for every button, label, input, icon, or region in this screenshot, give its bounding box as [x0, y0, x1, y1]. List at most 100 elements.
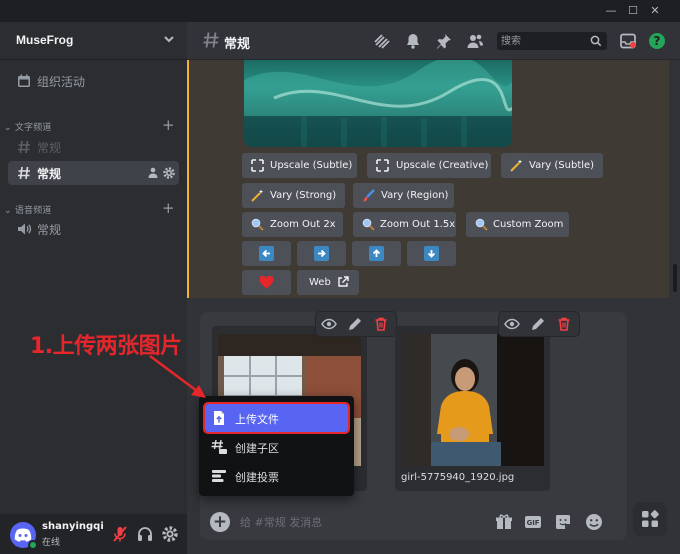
gift-icon[interactable] [495, 513, 513, 531]
eye-icon[interactable] [321, 316, 337, 332]
threads-icon[interactable] [373, 32, 391, 50]
inbox-icon[interactable] [619, 32, 637, 50]
calendar-icon [18, 74, 30, 87]
web-link-button[interactable]: Web [297, 270, 359, 295]
magnifier-icon [251, 218, 264, 231]
pan-left-button[interactable] [242, 241, 291, 266]
instruction-annotation: 1.上传两张图片 [30, 334, 182, 359]
search-icon [590, 35, 602, 47]
category-text-channels[interactable]: ⌄ 文字频道 [4, 120, 52, 133]
svg-text:GIF: GIF [527, 519, 540, 527]
upload-file-icon [214, 411, 224, 425]
attachment-image [401, 334, 544, 466]
pan-down-button[interactable] [407, 241, 456, 266]
scrollbar-thumb[interactable] [673, 264, 677, 292]
minimize-button[interactable]: — [604, 4, 618, 18]
vary-region-button[interactable]: Vary (Region) [353, 183, 454, 208]
pan-right-button[interactable] [297, 241, 346, 266]
vary-strong-button[interactable]: Vary (Strong) [242, 183, 345, 208]
username: shanyingqi [42, 521, 104, 532]
user-panel: shanyingqi 在线 [0, 514, 187, 554]
vary-subtle-button[interactable]: Vary (Subtle) [501, 153, 603, 178]
online-status-indicator [28, 540, 38, 550]
menu-item-label: 创建投票 [235, 471, 279, 484]
magic-wand-icon [251, 189, 264, 202]
add-member-icon[interactable] [146, 166, 160, 180]
custom-zoom-button[interactable]: Custom Zoom [466, 212, 569, 237]
add-channel-button[interactable]: + [162, 201, 175, 216]
sidebar-item-label: 常规 [37, 223, 62, 237]
magnifier-icon [475, 218, 488, 231]
magic-wand-icon [510, 159, 523, 172]
upscale-creative-button[interactable]: Upscale (Creative) [367, 153, 491, 178]
sidebar-item-label: 组织活动 [37, 75, 86, 89]
apps-button[interactable] [633, 502, 667, 536]
maximize-button[interactable]: ☐ [626, 4, 640, 18]
sidebar-item-channel-active[interactable]: 常规 [8, 161, 179, 185]
category-voice-channels[interactable]: ⌄ 语音频道 [4, 203, 52, 216]
thread-icon [211, 439, 227, 454]
arrow-right-icon [314, 246, 329, 261]
search-input[interactable] [501, 33, 589, 49]
trash-icon[interactable] [373, 316, 389, 332]
gif-icon[interactable]: GIF [524, 513, 542, 531]
sidebar-item-events[interactable]: 组织活动 [8, 69, 179, 93]
add-attachment-button[interactable]: + [210, 512, 230, 532]
attachment-card[interactable]: girl-5775940_1920.jpg [395, 326, 550, 491]
help-icon[interactable]: ? [648, 32, 666, 50]
sidebar-item-channel[interactable]: 常规 [8, 135, 179, 159]
trash-icon[interactable] [556, 316, 572, 332]
user-settings-gear-icon[interactable] [161, 525, 179, 543]
zoom-out-1-5x-button[interactable]: Zoom Out 1.5x [353, 212, 456, 237]
message-input[interactable] [240, 512, 490, 532]
sidebar-item-label: 常规 [37, 141, 62, 155]
pan-up-button[interactable] [352, 241, 401, 266]
members-icon[interactable] [466, 32, 484, 50]
gear-icon[interactable] [162, 166, 176, 180]
composer-input-row: + GIF [200, 504, 627, 540]
heart-icon [259, 276, 274, 289]
attachment-filename: girl-5775940_1920.jpg [401, 472, 515, 483]
attachment-menu: 上传文件 创建子区 创建投票 [199, 396, 354, 496]
speaker-icon [18, 223, 32, 235]
attachment-toolbar [316, 312, 396, 336]
emoji-icon[interactable] [585, 513, 603, 531]
paintbrush-icon [363, 189, 375, 202]
portrait-photo [401, 334, 544, 466]
pin-icon[interactable] [435, 32, 453, 50]
channel-header: 常规 ? [187, 22, 680, 60]
category-label: 文字频道 [14, 123, 52, 133]
server-name: MuseFrog [16, 33, 74, 47]
create-thread-menu-item[interactable]: 创建子区 [205, 433, 348, 461]
window-titlebar: — ☐ ✕ [0, 0, 680, 22]
bell-icon[interactable] [404, 32, 422, 50]
add-channel-button[interactable]: + [162, 118, 175, 133]
upscale-icon [376, 159, 389, 172]
hash-icon [203, 32, 219, 48]
sidebar-item-voice-channel[interactable]: 常规 [8, 217, 179, 241]
sticker-icon[interactable] [554, 513, 572, 531]
upload-file-menu-item[interactable]: 上传文件 [203, 402, 350, 434]
server-header[interactable]: MuseFrog [0, 22, 187, 60]
hash-icon [18, 166, 30, 180]
upscale-subtle-button[interactable]: Upscale (Subtle) [242, 153, 357, 178]
category-label: 语音频道 [14, 206, 52, 216]
zoom-out-2x-button[interactable]: Zoom Out 2x [242, 212, 343, 237]
search-box[interactable] [497, 32, 607, 50]
create-poll-menu-item[interactable]: 创建投票 [205, 462, 348, 490]
channel-title: 常规 [224, 37, 251, 52]
mic-muted-icon[interactable] [111, 525, 129, 543]
channel-sidebar: MuseFrog 组织活动 ⌄ 文字频道 + 常规 常规 ⌄ 语音频道 + 常规… [0, 22, 187, 554]
arrow-up-icon [369, 246, 384, 261]
arrow-down-icon [424, 246, 439, 261]
generated-image-preview[interactable] [244, 60, 512, 147]
svg-text:?: ? [654, 34, 661, 48]
favorite-button[interactable] [242, 270, 291, 295]
upscale-icon [251, 159, 264, 172]
pencil-icon[interactable] [347, 316, 363, 332]
headphones-icon[interactable] [136, 525, 154, 543]
pencil-icon[interactable] [530, 316, 546, 332]
arrow-left-icon [259, 246, 274, 261]
close-button[interactable]: ✕ [648, 4, 662, 18]
eye-icon[interactable] [504, 316, 520, 332]
